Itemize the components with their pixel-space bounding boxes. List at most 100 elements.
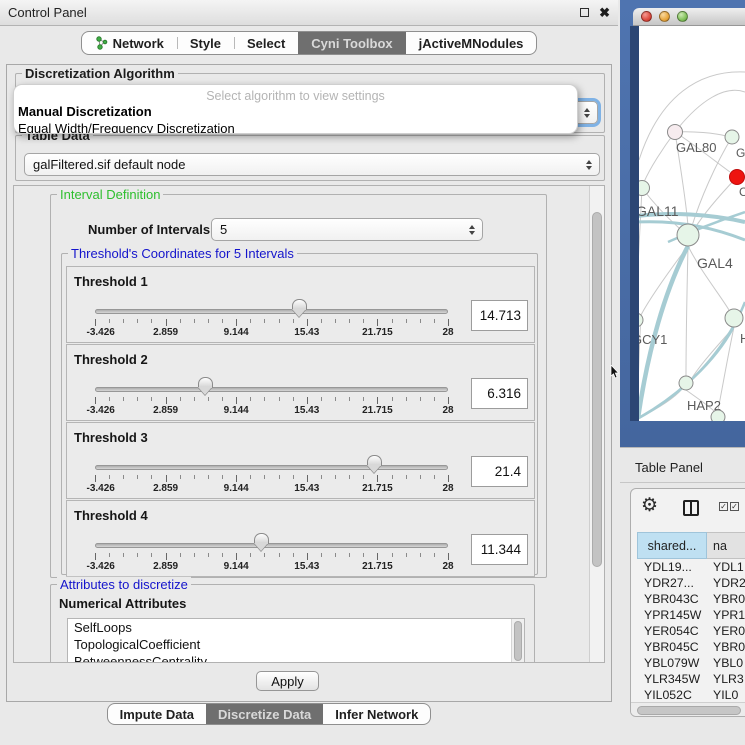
thresholds-group-title: Threshold's Coordinates for 5 Intervals	[68, 246, 297, 261]
thresholds-group: Threshold's Coordinates for 5 Intervals …	[61, 253, 538, 575]
threshold-4-box: Threshold 4-3.4262.8599.14415.4321.71528…	[66, 500, 535, 577]
slider-tick-labels: -3.4262.8599.14415.4321.71528	[95, 561, 448, 573]
algorithm-option-equal-width-frequency-discretization[interactable]: Equal Width/Frequency Discretization	[14, 120, 577, 134]
threshold-1-slider-thumb[interactable]	[292, 299, 307, 318]
attribute-item-selfloops[interactable]: SelfLoops	[68, 619, 524, 636]
table-row[interactable]: YIL052CYIL0	[637, 687, 745, 703]
tab-jactivemnodules[interactable]: jActiveMNodules	[406, 32, 537, 54]
network-node-gal4[interactable]	[677, 224, 699, 246]
network-window-titlebar[interactable]	[633, 8, 745, 26]
cell-name: YDL1	[707, 560, 745, 574]
network-node-g-partial[interactable]	[725, 130, 739, 144]
threshold-2-value-field[interactable]: 6.316	[471, 378, 528, 409]
numerical-attributes-list[interactable]: SelfLoopsTopologicalCoefficientBetweenne…	[67, 618, 525, 663]
tab-cyni-toolbox-label: Cyni Toolbox	[311, 36, 392, 51]
tab-network[interactable]: Network	[82, 32, 177, 54]
cell-shared-name: YBR045C	[637, 640, 707, 654]
table-row[interactable]: YPR145WYPR1	[637, 607, 745, 623]
bottom-tab-impute-data[interactable]: Impute Data	[108, 704, 206, 724]
table-data-combo-value: galFiltered.sif default node	[33, 157, 185, 172]
node-table-container: ⚙ ✓ ✓ shared... na YDL19...YDL1YDR27...Y…	[630, 488, 745, 717]
threshold-4-value-field[interactable]: 11.344	[471, 534, 528, 565]
network-node-red-node[interactable]	[730, 170, 745, 185]
float-window-icon[interactable]	[580, 8, 589, 17]
threshold-3-slider[interactable]	[95, 465, 448, 470]
threshold-3-value-field[interactable]: 21.4	[471, 456, 528, 487]
bottom-tab-discretize-data-label: Discretize Data	[218, 707, 311, 722]
network-node-gcy1[interactable]	[639, 313, 643, 327]
column-header-shared-name[interactable]: shared...	[637, 532, 707, 559]
zoom-traffic-light-icon[interactable]	[677, 11, 688, 22]
attribute-item-topologicalcoefficient[interactable]: TopologicalCoefficient	[68, 636, 524, 653]
cell-name: YLR3	[707, 672, 745, 686]
table-row[interactable]: YBL079WYBL0	[637, 655, 745, 671]
table-row[interactable]: YBR043CYBR0	[637, 591, 745, 607]
attribute-item-betweennesscentrality[interactable]: BetweennessCentrality	[68, 653, 524, 663]
slider-ticks	[95, 475, 448, 482]
cell-shared-name: YLR345W	[637, 672, 707, 686]
tab-cyni-toolbox[interactable]: Cyni Toolbox	[298, 32, 405, 54]
attributes-group-title: Attributes to discretize	[57, 577, 191, 592]
number-of-intervals-combo[interactable]: 5	[211, 218, 483, 241]
algorithm-dropdown-popup: Select algorithm to view settings Manual…	[13, 84, 578, 134]
network-canvas[interactable]: GAL80G.CGAL11GAL4GCY1HHAP2	[639, 26, 745, 421]
network-node-label-h-partial: H	[740, 331, 745, 346]
cell-name: YBR0	[707, 592, 745, 606]
bottom-tab-discretize-data[interactable]: Discretize Data	[206, 704, 323, 724]
interval-definition-title: Interval Definition	[57, 187, 163, 202]
slider-tick-labels: -3.4262.8599.14415.4321.71528	[95, 405, 448, 417]
algorithm-option-manual-discretization[interactable]: Manual Discretization	[14, 103, 577, 120]
cell-shared-name: YPR145W	[637, 608, 707, 622]
apply-button-label: Apply	[271, 674, 304, 689]
network-node-h-partial[interactable]	[725, 309, 743, 327]
minimize-traffic-light-icon[interactable]	[659, 11, 670, 22]
table-row[interactable]: YDL19...YDL1	[637, 559, 745, 575]
settings-scrollbar[interactable]	[589, 186, 604, 662]
columns-icon[interactable]	[683, 500, 699, 516]
tab-style-label: Style	[190, 36, 221, 51]
table-data-group: Table Data galFiltered.sif default node	[15, 135, 605, 181]
tab-select[interactable]: Select	[234, 32, 298, 54]
threshold-3-slider-thumb[interactable]	[367, 455, 382, 474]
table-panel-title: Table Panel	[635, 460, 703, 475]
table-row[interactable]: YER054CYER0	[637, 623, 745, 639]
network-desktop: GAL80G.CGAL11GAL4GCY1HHAP2	[620, 0, 745, 447]
threshold-1-value-field[interactable]: 14.713	[471, 300, 528, 331]
network-node-hap2[interactable]	[679, 376, 693, 390]
threshold-4-slider[interactable]	[95, 543, 448, 548]
table-horizontal-scrollbar[interactable]	[631, 702, 745, 717]
close-traffic-light-icon[interactable]	[641, 11, 652, 22]
threshold-4-slider-thumb[interactable]	[254, 533, 269, 552]
network-edge	[644, 132, 675, 182]
bottom-tab-infer-network-label: Infer Network	[335, 707, 418, 722]
bottom-tab-bar: Impute Data Discretize Data Infer Network	[107, 703, 432, 725]
right-region: GAL80G.CGAL11GAL4GCY1HHAP2 Table Panel ⚙…	[620, 0, 745, 745]
network-node-gal80[interactable]	[668, 125, 683, 140]
table-row[interactable]: YLR345WYLR3	[637, 671, 745, 687]
slider-ticks	[95, 319, 448, 326]
cell-shared-name: YBR043C	[637, 592, 707, 606]
network-node-gal11[interactable]	[639, 181, 650, 196]
apply-button[interactable]: Apply	[256, 671, 319, 691]
select-columns-icons[interactable]: ✓ ✓	[719, 502, 739, 511]
threshold-2-box: Threshold 2-3.4262.8599.14415.4321.71528…	[66, 344, 535, 421]
gear-icon[interactable]: ⚙	[641, 496, 658, 515]
table-row[interactable]: YDR27...YDR2	[637, 575, 745, 591]
cell-name: YBR0	[707, 640, 745, 654]
network-node-label-gal11: GAL11	[639, 203, 679, 219]
attributes-scrollbar[interactable]	[511, 619, 524, 663]
network-node-partial-bottom[interactable]	[711, 410, 725, 421]
numerical-attributes-label: Numerical Attributes	[59, 596, 186, 611]
threshold-2-slider[interactable]	[95, 387, 448, 392]
threshold-1-label: Threshold 1	[74, 274, 148, 289]
table-row[interactable]: YBR045CYBR0	[637, 639, 745, 655]
tab-style[interactable]: Style	[177, 32, 234, 54]
threshold-1-slider[interactable]	[95, 309, 448, 314]
slider-ticks	[95, 397, 448, 404]
bottom-tab-infer-network[interactable]: Infer Network	[323, 704, 430, 724]
number-of-intervals-label: Number of Intervals	[88, 222, 210, 237]
close-icon[interactable]: ✖	[599, 8, 610, 17]
threshold-2-slider-thumb[interactable]	[198, 377, 213, 396]
column-header-name[interactable]: na	[707, 532, 745, 559]
table-data-combo[interactable]: galFiltered.sif default node	[24, 153, 600, 176]
